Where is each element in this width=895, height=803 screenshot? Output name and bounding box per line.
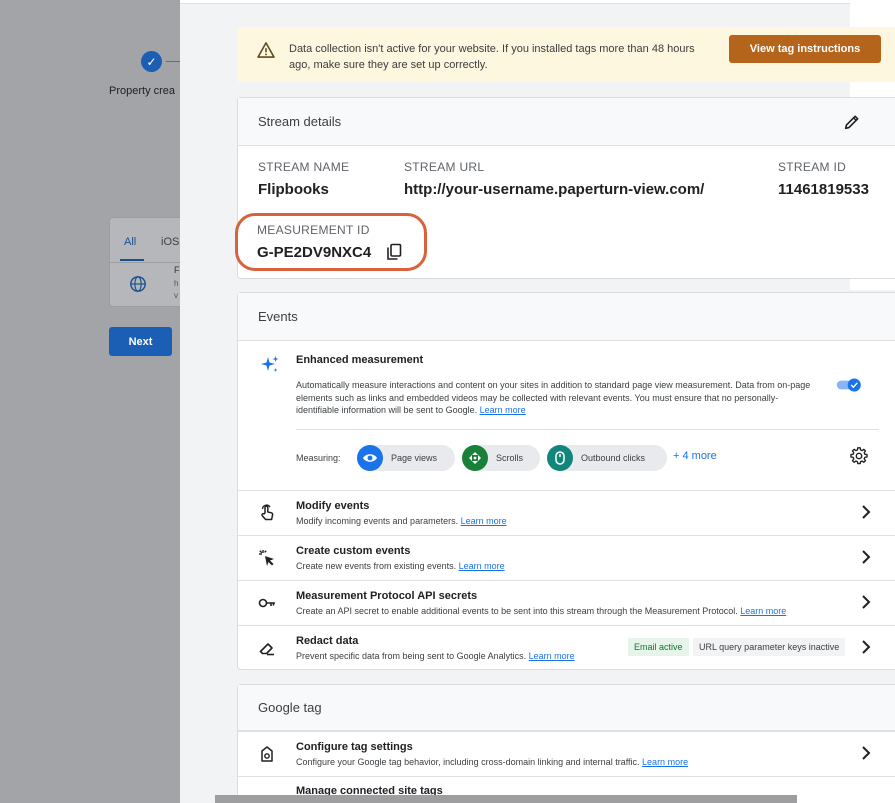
row-title: Create custom events <box>296 545 411 557</box>
learn-more-link[interactable]: Learn more <box>459 561 505 571</box>
chevron-right-icon <box>862 746 871 760</box>
step-complete-icon: ✓ <box>141 51 162 72</box>
row-description: Create an API secret to enable additiona… <box>296 606 787 616</box>
measurement-protocol-row[interactable]: Measurement Protocol API secrets Create … <box>238 580 895 625</box>
learn-more-link[interactable]: Learn more <box>642 757 688 767</box>
next-button[interactable]: Next <box>109 327 172 356</box>
sparkle-icon <box>261 356 279 372</box>
view-tag-instructions-button[interactable]: View tag instructions <box>729 35 881 63</box>
scroll-icon <box>462 445 488 471</box>
chip-page-views[interactable]: Page views <box>357 445 455 471</box>
enhanced-measurement-toggle[interactable] <box>834 378 864 392</box>
enhanced-measurement-title: Enhanced measurement <box>296 354 424 366</box>
measuring-label: Measuring: <box>296 453 341 463</box>
stream-name-label: STREAM NAME <box>258 160 350 174</box>
gear-icon[interactable] <box>850 447 868 465</box>
learn-more-link[interactable]: Learn more <box>529 651 575 661</box>
chip-label: Page views <box>391 453 438 463</box>
horizontal-scrollbar[interactable] <box>215 795 797 803</box>
more-measurements-link[interactable]: + 4 more <box>673 450 717 462</box>
configure-tag-settings-row[interactable]: Configure tag settings Configure your Go… <box>238 731 895 776</box>
chevron-right-icon <box>862 505 871 519</box>
measurement-id-highlight <box>235 213 427 271</box>
modify-events-row[interactable]: Modify events Modify incoming events and… <box>238 490 895 535</box>
divider <box>296 429 879 430</box>
mouse-icon <box>547 445 573 471</box>
chip-scrolls[interactable]: Scrolls <box>462 445 540 471</box>
row-description: Prevent specific data from being sent to… <box>296 651 575 661</box>
warning-text: Data collection isn't active for your we… <box>289 43 695 71</box>
data-collection-warning: Data collection isn't active for your we… <box>237 27 895 82</box>
events-title: Events <box>258 309 298 324</box>
tag-settings-icon <box>261 746 273 762</box>
learn-more-link[interactable]: Learn more <box>480 405 526 415</box>
stream-item-line: v <box>174 291 178 300</box>
background-app: ✓ Property crea All iOS F h v Next <box>0 0 200 803</box>
enhanced-measurement-description: Automatically measure interactions and c… <box>296 380 811 415</box>
events-header: Events <box>238 293 895 341</box>
row-description: Modify incoming events and parameters. L… <box>296 516 507 526</box>
stream-id-value: 11461819533 <box>778 181 869 198</box>
copy-icon[interactable] <box>386 243 402 261</box>
chevron-right-icon <box>862 640 871 654</box>
stream-url-value: http://your-username.paperturn-view.com/ <box>404 181 705 198</box>
redact-data-row[interactable]: Redact data Prevent specific data from b… <box>238 625 895 670</box>
create-custom-events-row[interactable]: Create custom events Create new events f… <box>238 535 895 580</box>
row-description: Configure your Google tag behavior, incl… <box>296 757 689 767</box>
stream-item-title: F <box>174 265 180 275</box>
sparkle-click-icon <box>259 550 274 566</box>
eye-icon <box>357 445 383 471</box>
google-tag-title: Google tag <box>258 700 322 715</box>
chevron-right-icon <box>862 595 871 609</box>
chip-label: Outbound clicks <box>581 453 646 463</box>
stream-id-label: STREAM ID <box>778 160 847 174</box>
platform-card: All iOS F h v <box>109 217 189 307</box>
stream-details-header: Stream details <box>238 98 895 146</box>
chip-outbound-clicks[interactable]: Outbound clicks <box>547 445 667 471</box>
eraser-icon <box>259 643 274 656</box>
tab-ios[interactable]: iOS <box>161 236 179 248</box>
measurement-id-label: MEASUREMENT ID <box>257 223 370 237</box>
stream-name-value: Flipbooks <box>258 181 329 198</box>
pencil-icon[interactable] <box>843 113 861 131</box>
stream-item-line: h <box>174 279 179 288</box>
touch-icon <box>261 504 274 521</box>
events-card: Events Enhanced measurement Automaticall… <box>237 292 895 670</box>
stream-details-title: Stream details <box>258 114 342 129</box>
google-tag-header: Google tag <box>238 685 895 731</box>
step-label: Property crea <box>109 85 176 97</box>
stream-url-label: STREAM URL <box>404 160 485 174</box>
learn-more-link[interactable]: Learn more <box>461 516 507 526</box>
chip-label: Scrolls <box>496 453 524 463</box>
tab-all[interactable]: All <box>124 236 136 248</box>
url-query-status-badge: URL query parameter keys inactive <box>693 638 846 656</box>
tab-underline <box>120 259 144 261</box>
row-title: Configure tag settings <box>296 741 413 753</box>
google-tag-card: Google tag Configure tag settings Config… <box>237 684 895 803</box>
key-icon <box>258 598 275 608</box>
divider <box>110 262 188 263</box>
web-stream-details-panel: Data collection isn't active for your we… <box>180 0 895 803</box>
row-title: Measurement Protocol API secrets <box>296 590 478 602</box>
row-description: Create new events from existing events. … <box>296 561 505 571</box>
row-title: Modify events <box>296 500 370 512</box>
globe-icon <box>130 276 146 292</box>
chevron-right-icon <box>862 550 871 564</box>
measurement-id-value: G-PE2DV9NXC4 <box>257 244 372 261</box>
warning-icon <box>257 42 275 58</box>
email-status-badge: Email active <box>628 638 689 656</box>
panel-header-edge <box>180 0 850 4</box>
row-title: Redact data <box>296 635 359 647</box>
learn-more-link[interactable]: Learn more <box>740 606 786 616</box>
